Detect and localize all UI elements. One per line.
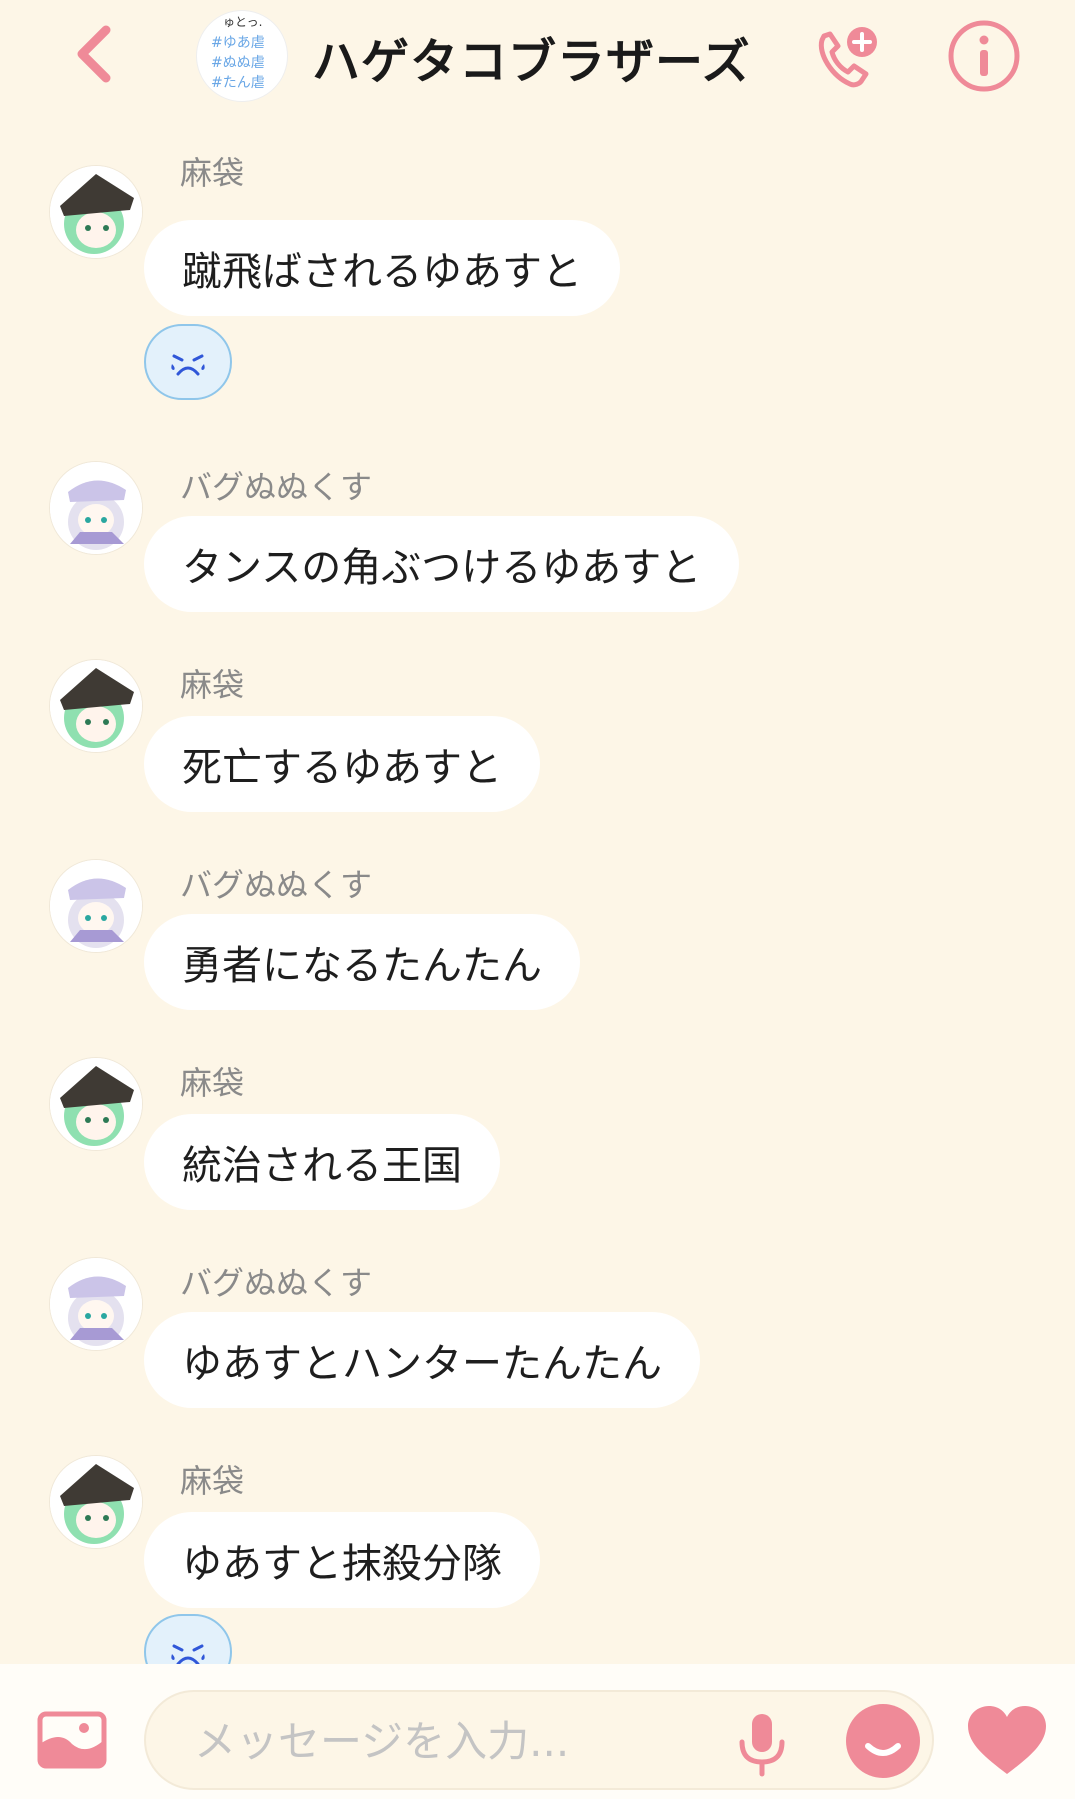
- group-avatar-caption: ゅとっ.: [223, 15, 263, 29]
- info-icon: [948, 20, 1020, 92]
- sender-name: 麻袋: [180, 154, 245, 192]
- avatar[interactable]: [50, 660, 142, 752]
- sender-name: バグぬぬくす: [180, 1264, 373, 1302]
- group-title[interactable]: ハゲタコブラザーズ: [312, 22, 751, 92]
- info-button[interactable]: [946, 18, 1022, 94]
- add-call-button[interactable]: [808, 20, 884, 96]
- avatar[interactable]: [50, 860, 142, 952]
- back-button[interactable]: [70, 22, 120, 86]
- emoji-button[interactable]: [846, 1704, 920, 1778]
- chat-header: ゅとっ. #ゆあ虐 #ぬぬ虐 #たん虐 ハゲタコブラザーズ: [0, 0, 1075, 110]
- chevron-left-icon: [77, 25, 111, 83]
- group-avatar-tag: #ゆあ虐: [211, 35, 265, 51]
- like-button[interactable]: [966, 1704, 1048, 1776]
- message-input[interactable]: [192, 1710, 716, 1772]
- message-bubble[interactable]: タンスの角ぶつけるゆあすと: [144, 516, 740, 612]
- message-bubble[interactable]: 統治される王国: [144, 1114, 500, 1210]
- avatar-image: [50, 1058, 142, 1150]
- sender-name: バグぬぬくす: [180, 866, 373, 904]
- avatar[interactable]: [50, 1456, 142, 1548]
- avatar[interactable]: [50, 462, 142, 554]
- group-avatar-tag: #ぬぬ虐: [211, 55, 265, 71]
- message-bubble[interactable]: 勇者になるたんたん: [144, 914, 580, 1010]
- microphone-icon: [739, 1714, 785, 1777]
- sender-name: 麻袋: [180, 666, 245, 704]
- message-bubble[interactable]: ゆあすと抹殺分隊: [144, 1512, 540, 1608]
- avatar-image: [50, 462, 142, 554]
- avatar[interactable]: [50, 1258, 142, 1350]
- reaction-badge[interactable]: [144, 324, 232, 400]
- crying-face-icon: [171, 354, 205, 376]
- message-bubble[interactable]: ゆあすとハンターたんたん: [144, 1312, 700, 1408]
- sender-name: 麻袋: [180, 1064, 245, 1102]
- message-input-container: [144, 1690, 934, 1790]
- group-avatar[interactable]: ゅとっ. #ゆあ虐 #ぬぬ虐 #たん虐: [196, 10, 288, 102]
- avatar[interactable]: [50, 166, 142, 258]
- avatar-image: [50, 660, 142, 752]
- phone-plus-icon: [818, 27, 877, 88]
- message-bubble[interactable]: 死亡するゆあすと: [144, 716, 540, 812]
- heart-icon: [968, 1706, 1046, 1774]
- avatar-image: [50, 1258, 142, 1350]
- voice-button[interactable]: [732, 1710, 792, 1780]
- avatar[interactable]: [50, 1058, 142, 1150]
- message-bubble[interactable]: 蹴飛ばされるゆあすと: [144, 220, 620, 316]
- avatar-image: [50, 166, 142, 258]
- composer-bar: [0, 1664, 1075, 1799]
- avatar-image: [50, 860, 142, 952]
- sender-name: 麻袋: [180, 1462, 245, 1500]
- avatar-image: [50, 1456, 142, 1548]
- sender-name: バグぬぬくす: [180, 468, 373, 506]
- smile-icon: [865, 1743, 901, 1756]
- gallery-button[interactable]: [36, 1710, 108, 1770]
- group-avatar-tag: #たん虐: [211, 75, 265, 91]
- image-icon: [37, 1711, 107, 1769]
